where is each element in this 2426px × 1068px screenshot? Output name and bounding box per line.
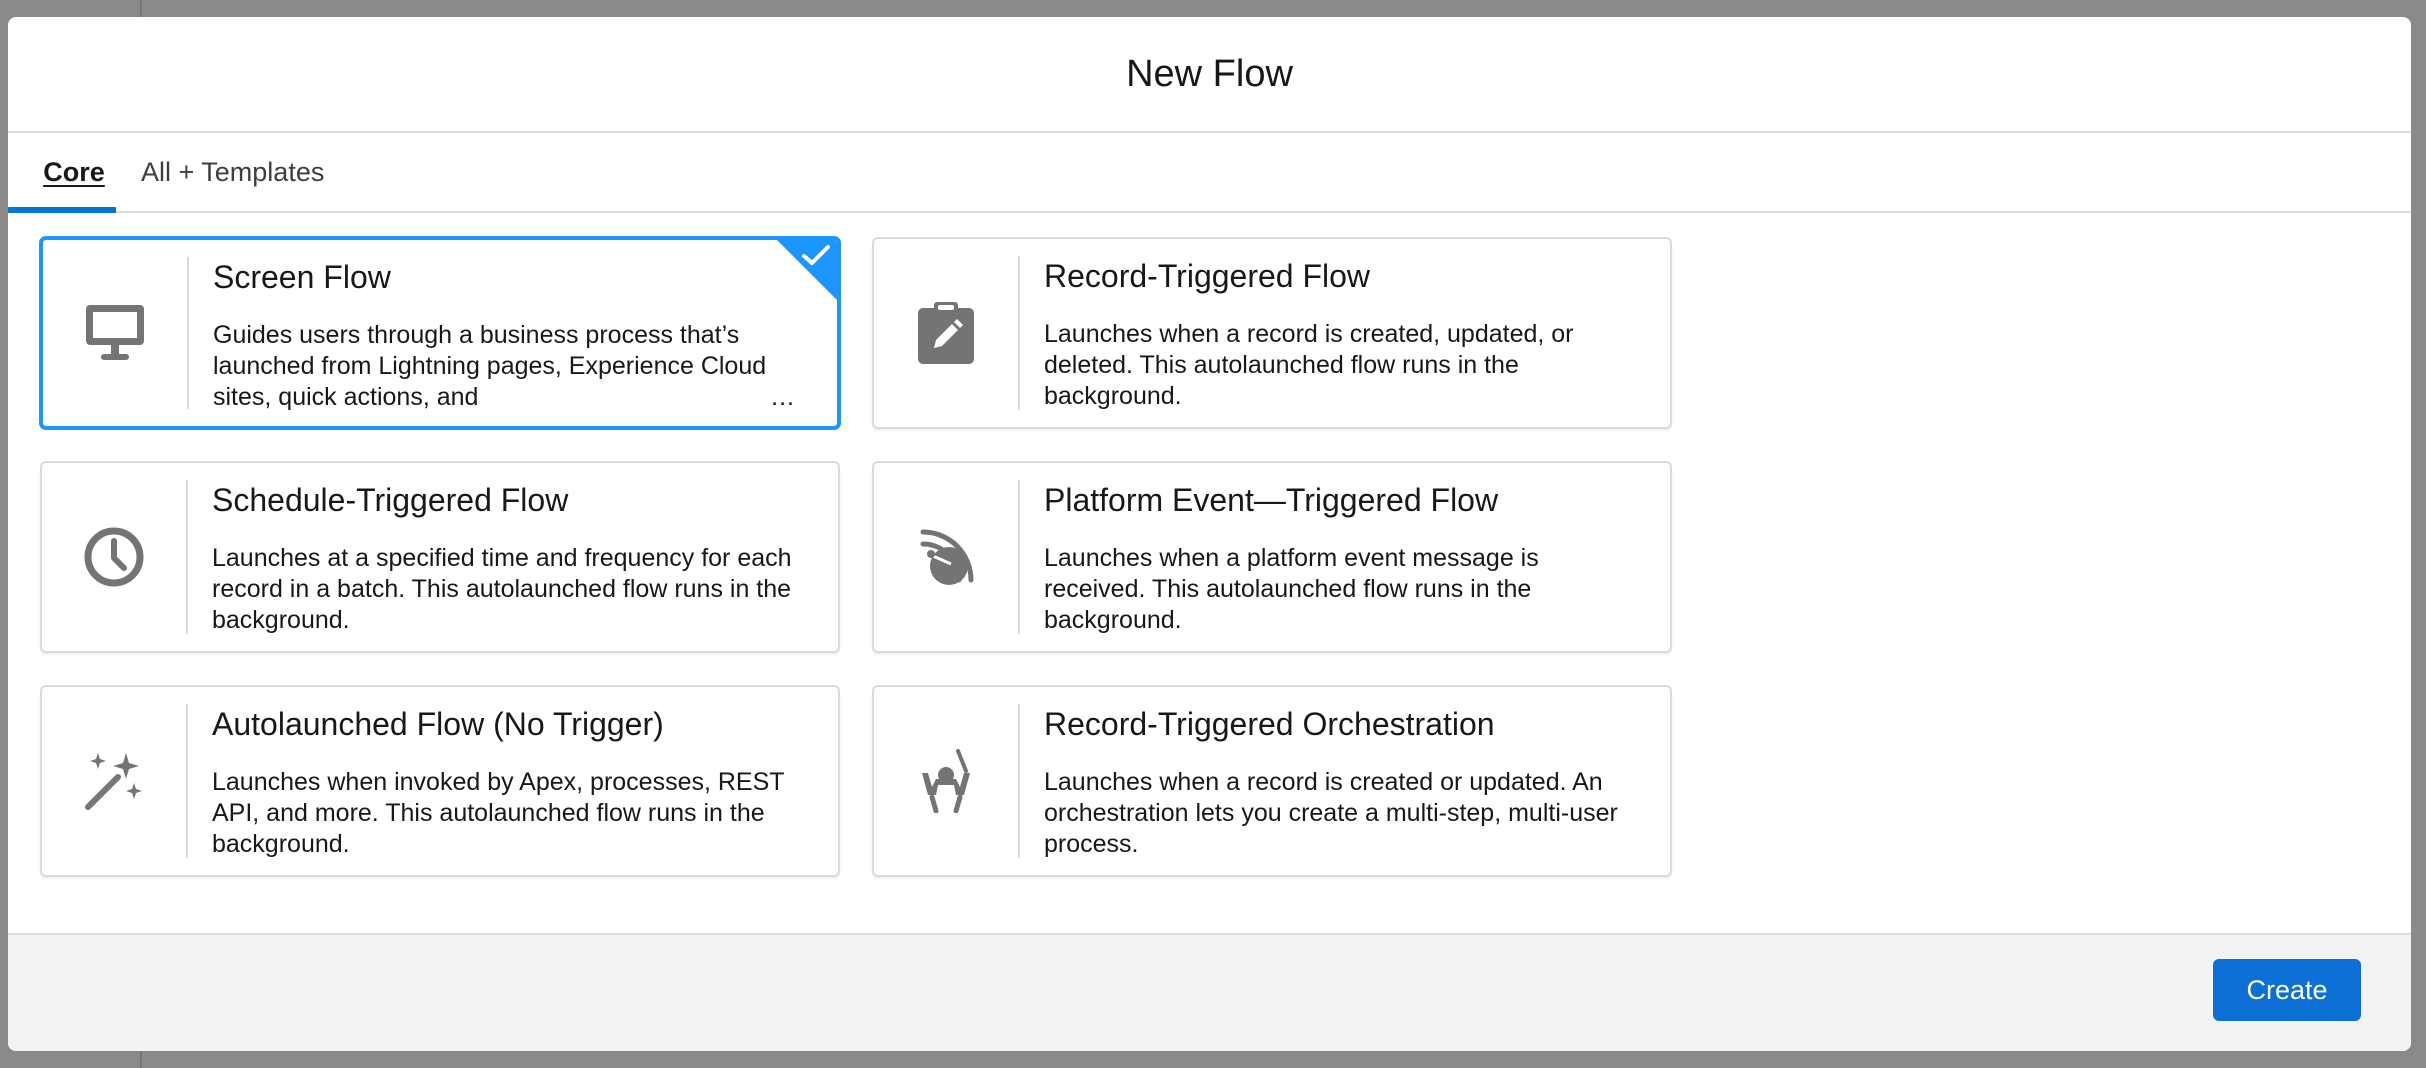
modal-footer: Create bbox=[8, 933, 2411, 1051]
tab-all-templates-label: All + Templates bbox=[141, 156, 325, 187]
checkmark-icon bbox=[802, 245, 830, 265]
card-divider bbox=[186, 704, 188, 858]
card-title: Schedule-Triggered Flow bbox=[212, 482, 569, 518]
tab-core-label: Core bbox=[43, 156, 105, 187]
card-body: Platform Event—Triggered Flow Launches w… bbox=[1044, 481, 1640, 636]
modal-title: New Flow bbox=[1126, 52, 1293, 95]
active-tab-indicator bbox=[8, 207, 116, 213]
clock-icon bbox=[42, 463, 186, 651]
card-description: Guides users through a business process … bbox=[213, 321, 767, 411]
card-body: Screen Flow Guides users through a busin… bbox=[213, 258, 807, 413]
flow-card-screen-flow[interactable]: Screen Flow Guides users through a busin… bbox=[40, 237, 840, 429]
clipboard-edit-icon bbox=[874, 239, 1018, 427]
modal-header: New Flow bbox=[8, 17, 2411, 133]
card-body: Autolaunched Flow (No Trigger) Launches … bbox=[212, 705, 808, 860]
flow-card-record-triggered[interactable]: Record-Triggered Flow Launches when a re… bbox=[872, 237, 1672, 429]
new-flow-modal: New Flow Core All + Templates Screen Flo bbox=[8, 17, 2411, 1051]
card-description: Launches at a specified time and frequen… bbox=[212, 544, 792, 634]
card-divider bbox=[1018, 256, 1020, 410]
flow-card-autolaunched[interactable]: Autolaunched Flow (No Trigger) Launches … bbox=[40, 685, 840, 877]
card-description: Launches when a record is created or upd… bbox=[1044, 768, 1618, 858]
card-body: Record-Triggered Flow Launches when a re… bbox=[1044, 257, 1640, 412]
tab-core[interactable]: Core bbox=[32, 133, 116, 211]
magic-wand-icon bbox=[42, 687, 186, 875]
card-body: Record-Triggered Orchestration Launches … bbox=[1044, 705, 1640, 860]
card-title: Record-Triggered Orchestration bbox=[1044, 706, 1495, 742]
flow-card-schedule-triggered[interactable]: Schedule-Triggered Flow Launches at a sp… bbox=[40, 461, 840, 653]
card-description: Launches when invoked by Apex, processes… bbox=[212, 768, 785, 858]
flow-card-platform-event[interactable]: Platform Event—Triggered Flow Launches w… bbox=[872, 461, 1672, 653]
desktop-icon bbox=[43, 240, 187, 426]
card-title: Screen Flow bbox=[213, 259, 391, 295]
card-title: Autolaunched Flow (No Trigger) bbox=[212, 706, 664, 742]
card-body: Schedule-Triggered Flow Launches at a sp… bbox=[212, 481, 808, 636]
card-title: Platform Event—Triggered Flow bbox=[1044, 482, 1499, 518]
card-description: Launches when a record is created, updat… bbox=[1044, 320, 1574, 410]
create-button[interactable]: Create bbox=[2213, 959, 2361, 1021]
tab-all-templates[interactable]: All + Templates bbox=[141, 133, 324, 211]
conductor-icon bbox=[874, 687, 1018, 875]
card-description: Launches when a platform event message i… bbox=[1044, 544, 1539, 634]
flow-card-orchestration[interactable]: Record-Triggered Orchestration Launches … bbox=[872, 685, 1672, 877]
card-divider bbox=[187, 257, 189, 409]
truncation-ellipsis: ... bbox=[771, 383, 795, 411]
satellite-dish-icon bbox=[874, 463, 1018, 651]
flow-type-tabs: Core All + Templates bbox=[8, 133, 2411, 213]
card-divider bbox=[1018, 480, 1020, 634]
card-title: Record-Triggered Flow bbox=[1044, 258, 1371, 294]
card-divider bbox=[186, 480, 188, 634]
card-divider bbox=[1018, 704, 1020, 858]
